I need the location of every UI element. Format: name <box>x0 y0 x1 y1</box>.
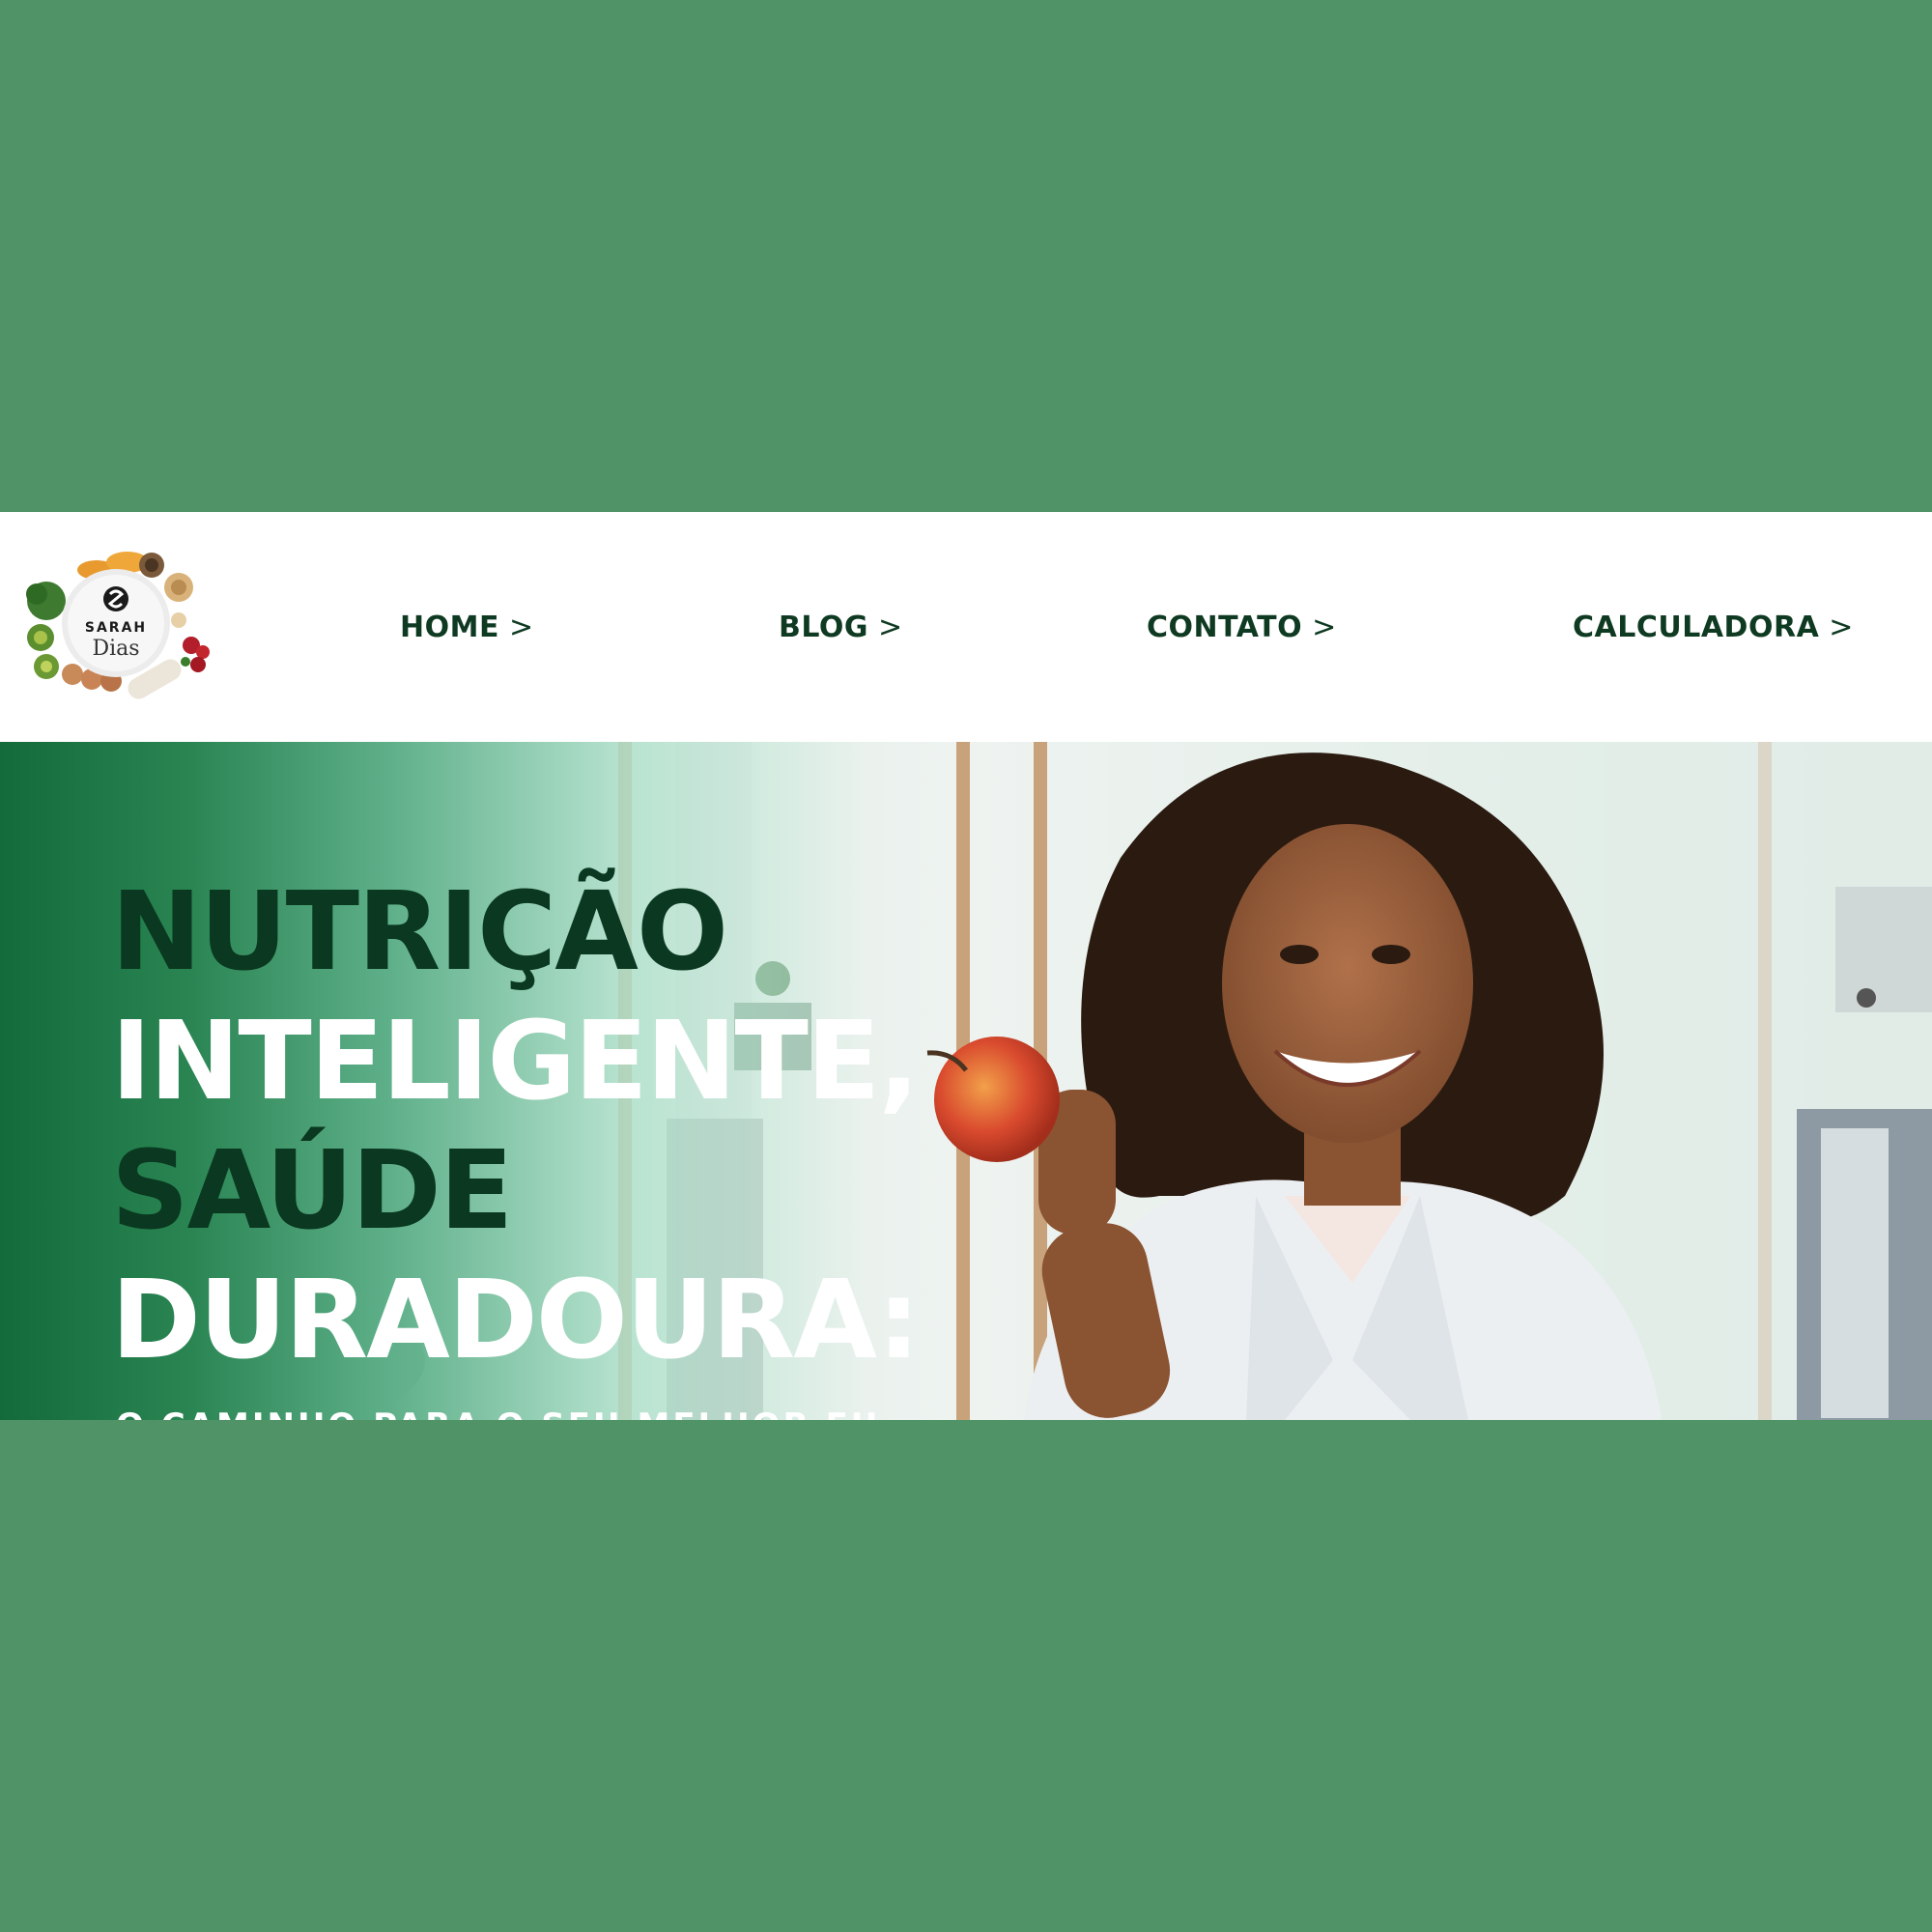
chevron-right-icon: > <box>1312 611 1337 644</box>
chevron-right-icon: > <box>508 611 534 644</box>
hero-title-line3: SAÚDE <box>111 1128 513 1254</box>
hero-title-line1: NUTRIÇÃO <box>111 869 728 995</box>
nav-contato-link[interactable]: CONTATO > <box>1147 611 1337 644</box>
nav-calculadora-label: CALCULADORA <box>1573 611 1820 644</box>
hero-title-line2: INTELIGENTE, <box>111 999 920 1124</box>
hero-title-line4: DURADOURA: <box>111 1258 921 1383</box>
nav-calculadora-link[interactable]: CALCULADORA > <box>1573 611 1854 644</box>
hero-banner: NUTRIÇÃO INTELIGENTE, SAÚDE DURADOURA: O… <box>0 742 1932 1420</box>
hero-title: NUTRIÇÃO INTELIGENTE, SAÚDE DURADOURA: <box>111 867 921 1385</box>
nav-blog-label: BLOG <box>779 611 869 644</box>
logo-line2: Dias <box>92 637 139 661</box>
nav-home-link[interactable]: HOME > <box>400 611 534 644</box>
hero-subtitle: O CAMINHO PARA O SEU MELHOR EU <box>116 1406 880 1420</box>
logo[interactable]: SARAH Dias <box>19 541 213 710</box>
chevron-right-icon: > <box>878 611 903 644</box>
nav-home-label: HOME <box>400 611 499 644</box>
nav-blog-link[interactable]: BLOG > <box>779 611 903 644</box>
logo-line1: SARAH <box>85 620 147 636</box>
chevron-right-icon: > <box>1829 611 1854 644</box>
nav-contato-label: CONTATO <box>1147 611 1303 644</box>
food-plate-logo-icon: SARAH Dias <box>26 552 210 699</box>
